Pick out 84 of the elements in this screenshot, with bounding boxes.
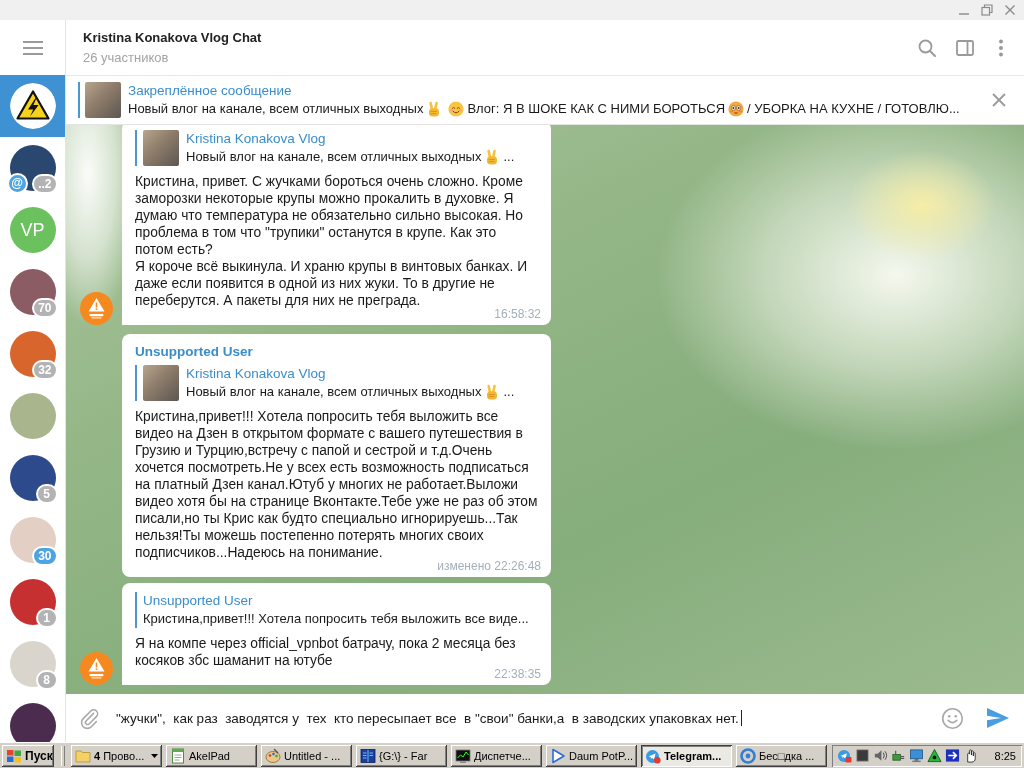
mention-badge: @ bbox=[6, 173, 28, 194]
restore-icon[interactable] bbox=[981, 4, 993, 16]
message-time: изменено 22:26:48 bbox=[437, 560, 541, 573]
message-text: Кристина,привет!!! Хотела попросить тебя выложить все видео на Дзен в открытом формате с вашего путешествия в Грузию и Турцию,встречу с папой и сестрой и т.д.Очень хочется посмотреть.Не у всех есть возможность подписаться на платный Дзен канал.Ютуб у многих не работает.Выложи видео хотя бы на странице Вконтакте.Тебе уже не раз об этом писали,но ты Крис как будто специально игнорируешь...Так нельзя!Ты можешь постепенно потерять многих своих подписчиков...Надеюсь на понимание. bbox=[135, 408, 538, 561]
avatar-photo bbox=[9, 517, 56, 563]
triangle-icon[interactable] bbox=[926, 748, 942, 763]
more-icon[interactable] bbox=[998, 38, 1004, 57]
panel-window-icon bbox=[360, 747, 376, 764]
avatar-photo bbox=[9, 641, 56, 687]
taskbar-button[interactable]: {G:\} - Far bbox=[356, 744, 447, 767]
pinned-text: / УБОРКА НА КУХНЕ / ГОТОВЛЮ... bbox=[747, 100, 960, 118]
reply-quote[interactable]: Unsupported User Кристина,привет!!! Хотела попросить тебя выложить все виде... bbox=[135, 592, 538, 628]
taskbar-button[interactable]: Telegram... bbox=[641, 744, 732, 767]
message-time: 22:38:35 bbox=[494, 668, 541, 681]
taskbar-button[interactable]: Untitled - ... bbox=[261, 744, 352, 767]
four-tiles-icon bbox=[6, 747, 22, 764]
thumbnail-photo bbox=[85, 82, 121, 118]
unread-badge: 30 bbox=[32, 546, 58, 566]
reply-quote[interactable]: Kristina Konakova Vlog Новый влог на канале, всем отличных выходных ... bbox=[135, 365, 538, 401]
reply-preview: ... bbox=[503, 148, 515, 166]
paper-plane-icon bbox=[645, 747, 661, 764]
ring-icon bbox=[740, 747, 756, 764]
initials-avatar: VP bbox=[9, 207, 56, 253]
pinned-label: Закреплённое сообщение bbox=[128, 82, 292, 100]
folder-icon bbox=[75, 747, 91, 764]
unread-badge: 70 bbox=[32, 298, 58, 318]
reply-preview: Кристина,привет!!! Хотела попросить тебя выложить все виде... bbox=[143, 610, 529, 628]
close-icon[interactable] bbox=[992, 93, 1006, 107]
reply-preview: Новый влог на канале, всем отличных выходных bbox=[186, 383, 482, 401]
pinned-text: Влог: Я В ШОКЕ КАК С НИМИ БОРОТЬСЯ bbox=[467, 100, 726, 118]
start-button[interactable]: Пуск bbox=[2, 744, 54, 767]
avatar-photo bbox=[9, 455, 56, 501]
speaker-icon[interactable] bbox=[872, 748, 888, 763]
square-icon[interactable] bbox=[854, 748, 870, 763]
taskbar-button[interactable]: Бес□дка ... bbox=[736, 744, 827, 767]
taskbar-handle[interactable] bbox=[61, 745, 65, 766]
chat-title: Kristina Konakova Vlog Chat bbox=[83, 28, 262, 47]
message-input[interactable]: "жучки", как раз заводятся у тех кто пересыпает все в "свои" банки,а в заводских упаковках нет. bbox=[116, 703, 925, 733]
reply-author: Unsupported User bbox=[143, 592, 253, 610]
close-icon[interactable] bbox=[1004, 4, 1016, 16]
thumbnail-photo bbox=[143, 365, 179, 401]
thumbnail-photo bbox=[143, 130, 179, 166]
play-icon bbox=[550, 747, 566, 764]
warning-avatar-icon[interactable] bbox=[80, 292, 113, 325]
smiley-icon[interactable] bbox=[941, 706, 964, 730]
taskbar-button[interactable]: 4 Прово... bbox=[71, 744, 162, 767]
graph-window-icon bbox=[455, 747, 471, 764]
monitor-icon[interactable] bbox=[908, 748, 924, 763]
lightning-warning-icon bbox=[9, 83, 56, 129]
taskbar-button[interactable]: Диспетче... bbox=[451, 744, 542, 767]
chat-list-item[interactable] bbox=[0, 75, 65, 137]
warning-avatar-icon[interactable] bbox=[80, 652, 113, 685]
unread-badge: ..2 bbox=[32, 174, 58, 194]
sender-name[interactable]: Unsupported User bbox=[135, 343, 253, 361]
reply-preview: Новый влог на канале, всем отличных выходных bbox=[186, 148, 482, 166]
reply-preview: ... bbox=[503, 383, 515, 401]
unread-badge: 32 bbox=[32, 360, 58, 380]
avatar-photo bbox=[9, 331, 56, 377]
taskbar-button[interactable]: Daum PotP... bbox=[546, 744, 637, 767]
message-text: Я на компе через official_vpnbot батрачу, пока 2 месяца без косяков збс шаманит на ютубе bbox=[135, 635, 517, 669]
avatar-photo bbox=[9, 579, 56, 625]
paperclip-icon[interactable] bbox=[78, 706, 100, 730]
avatar-photo bbox=[9, 703, 56, 742]
avatar-photo bbox=[9, 393, 56, 439]
plug-icon[interactable] bbox=[890, 748, 906, 763]
reply-quote[interactable]: Kristina Konakova Vlog Новый влог на канале, всем отличных выходных ... bbox=[135, 130, 538, 166]
paper-plane-icon[interactable] bbox=[836, 748, 852, 763]
arrow-icon[interactable] bbox=[944, 748, 960, 763]
smiling-face-icon bbox=[448, 101, 465, 117]
flushed-face-icon bbox=[728, 101, 745, 117]
message-time: 16:58:32 bbox=[494, 308, 541, 321]
palette-icon bbox=[265, 747, 281, 764]
taskbar-button[interactable]: AkelPad bbox=[166, 744, 257, 767]
reply-author: Kristina Konakova Vlog bbox=[186, 365, 326, 383]
message-text: Кристина, привет. С жучками бороться очень сложно. Кроме заморозки некоторые крупы можно прокалить в духовке. Я думаю что температура не обязательно сильно высокая. Но проблема в том что "трупики" останутся в крупе. Как это потом есть? Я короче всё выкинула. И храню крупы в винтовых банках. И даже если появится в одной из них жуки. То в другие не переберутся. А пакеты для них не преграда. bbox=[135, 173, 529, 309]
menu-icon[interactable] bbox=[22, 40, 43, 55]
search-icon[interactable] bbox=[918, 38, 936, 57]
pinned-text: Новый влог на канале, всем отличных выходных bbox=[128, 100, 424, 118]
reply-author: Kristina Konakova Vlog bbox=[186, 130, 326, 148]
member-count: 26 участников bbox=[83, 48, 169, 67]
side-panel-icon[interactable] bbox=[956, 38, 974, 57]
send-icon[interactable] bbox=[986, 707, 1010, 729]
clock: 8:25 bbox=[994, 749, 1016, 762]
notepad-icon bbox=[170, 747, 186, 764]
